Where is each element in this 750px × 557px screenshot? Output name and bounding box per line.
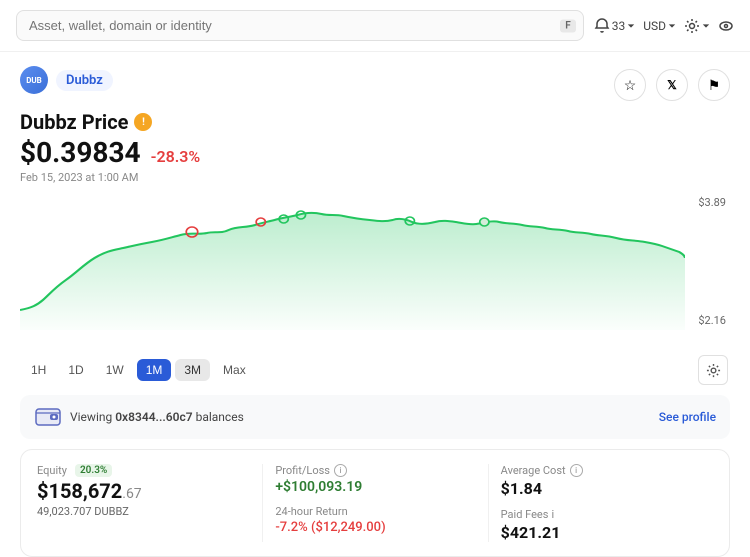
equity-value: $158,672.67 — [37, 479, 262, 503]
avg-cost-label: Average Cost i — [501, 464, 713, 477]
avg-cost-value: $1.84 — [501, 479, 713, 498]
notification-count: 33 — [612, 19, 626, 33]
star-button[interactable]: ☆ — [614, 69, 646, 101]
price-value: $0.39834 — [20, 136, 141, 169]
return-24h-label-text: 24-hour Return — [275, 505, 347, 518]
price-title-text: Dubbz Price — [20, 110, 128, 134]
bell-icon — [594, 18, 610, 34]
price-timestamp: Feb 15, 2023 at 1:00 AM — [20, 171, 730, 184]
notifications-button[interactable]: 33 — [594, 18, 636, 34]
return-24h-value: -7.2% ($12,249.00) — [275, 520, 487, 535]
currency-selector[interactable]: USD — [643, 19, 676, 33]
search-container: F — [16, 10, 584, 41]
gear-chart-icon — [706, 363, 721, 378]
trade-marker[interactable] — [480, 218, 489, 226]
wallet-icon — [34, 403, 62, 431]
warning-icon: ! — [134, 113, 152, 131]
profit-loss-label-text: Profit/Loss — [275, 464, 330, 477]
wallet-address: 0x8344...60c7 — [115, 410, 192, 424]
main-content: DUB Dubbz ☆ 𝕏 ⚑ Dubbz Price ! $0.39834 -… — [0, 52, 750, 557]
profit-loss-info-icon[interactable]: i — [334, 464, 347, 477]
price-title: Dubbz Price ! — [20, 110, 730, 134]
search-shortcut-badge: F — [560, 19, 576, 32]
gear-icon — [684, 18, 700, 34]
chart-low-label: $2.16 — [698, 314, 726, 327]
avg-cost-column: Average Cost i $1.84 Paid Fees i $421.21 — [488, 464, 713, 542]
price-section: Dubbz Price ! $0.39834 -28.3% Feb 15, 20… — [20, 110, 730, 184]
see-profile-link[interactable]: See profile — [659, 410, 716, 424]
time-max-button[interactable]: Max — [214, 359, 255, 381]
chart-high-label: $3.89 — [698, 196, 726, 209]
equity-main: $158,672 — [37, 479, 122, 503]
price-change: -28.3% — [151, 147, 201, 166]
paid-fees-value: $421.21 — [501, 523, 713, 542]
time-1d-button[interactable]: 1D — [59, 359, 92, 381]
profit-loss-label: Profit/Loss i — [275, 464, 487, 477]
chevron-down-icon-2 — [668, 22, 676, 30]
paid-fees-info-icon[interactable]: i — [551, 508, 554, 521]
avg-cost-label-text: Average Cost — [501, 464, 566, 477]
price-chart[interactable] — [20, 200, 685, 330]
search-input[interactable] — [16, 10, 584, 41]
eye-button[interactable] — [718, 18, 734, 34]
twitter-button[interactable]: 𝕏 — [656, 69, 688, 101]
paid-fees-label-text: Paid Fees — [501, 508, 549, 521]
flag-button[interactable]: ⚑ — [698, 69, 730, 101]
action-icons: ☆ 𝕏 ⚑ — [614, 69, 730, 101]
time-1w-button[interactable]: 1W — [97, 359, 133, 381]
equity-column: Equity 20.3% $158,672.67 49,023.707 DUBB… — [37, 464, 262, 542]
currency-label: USD — [643, 19, 666, 33]
paid-fees-label: Paid Fees i — [501, 508, 713, 521]
wallet-balance-text: Viewing 0x8344...60c7 balances — [70, 410, 244, 424]
equity-cents: .67 — [122, 486, 141, 502]
wallet-info: Viewing 0x8344...60c7 balances — [34, 403, 244, 431]
equity-percentage-badge: 20.3% — [75, 464, 112, 477]
chevron-down-icon — [627, 22, 635, 30]
time-3m-button[interactable]: 3M — [175, 359, 210, 381]
profit-loss-value: +$100,093.19 — [275, 479, 487, 495]
eye-icon — [718, 18, 734, 34]
chart-container: $3.89 $2.16 — [20, 196, 730, 351]
time-controls: 1H 1D 1W 1M 3M Max — [20, 355, 730, 385]
profit-loss-column: Profit/Loss i +$100,093.19 24-hour Retur… — [262, 464, 487, 542]
settings-button[interactable] — [684, 18, 710, 34]
token-logo-text: DUB — [26, 76, 42, 85]
return-24h-label: 24-hour Return — [275, 505, 487, 518]
wallet-section: Viewing 0x8344...60c7 balances See profi… — [20, 395, 730, 439]
time-1h-button[interactable]: 1H — [22, 359, 55, 381]
chart-settings-button[interactable] — [698, 355, 728, 385]
token-name-badge: Dubbz — [56, 70, 113, 91]
equity-label-text: Equity — [37, 464, 67, 477]
token-header: DUB Dubbz — [20, 66, 113, 94]
equity-tokens: 49,023.707 DUBBZ — [37, 505, 262, 518]
token-logo: DUB — [20, 66, 48, 94]
top-right-icons: 33 USD — [594, 18, 734, 34]
top-bar: F 33 USD — [0, 0, 750, 52]
chevron-down-icon-3 — [702, 22, 710, 30]
stats-card: Equity 20.3% $158,672.67 49,023.707 DUBB… — [20, 449, 730, 557]
avg-cost-info-icon[interactable]: i — [570, 464, 583, 477]
time-1m-button[interactable]: 1M — [137, 359, 172, 381]
equity-label: Equity 20.3% — [37, 464, 262, 477]
